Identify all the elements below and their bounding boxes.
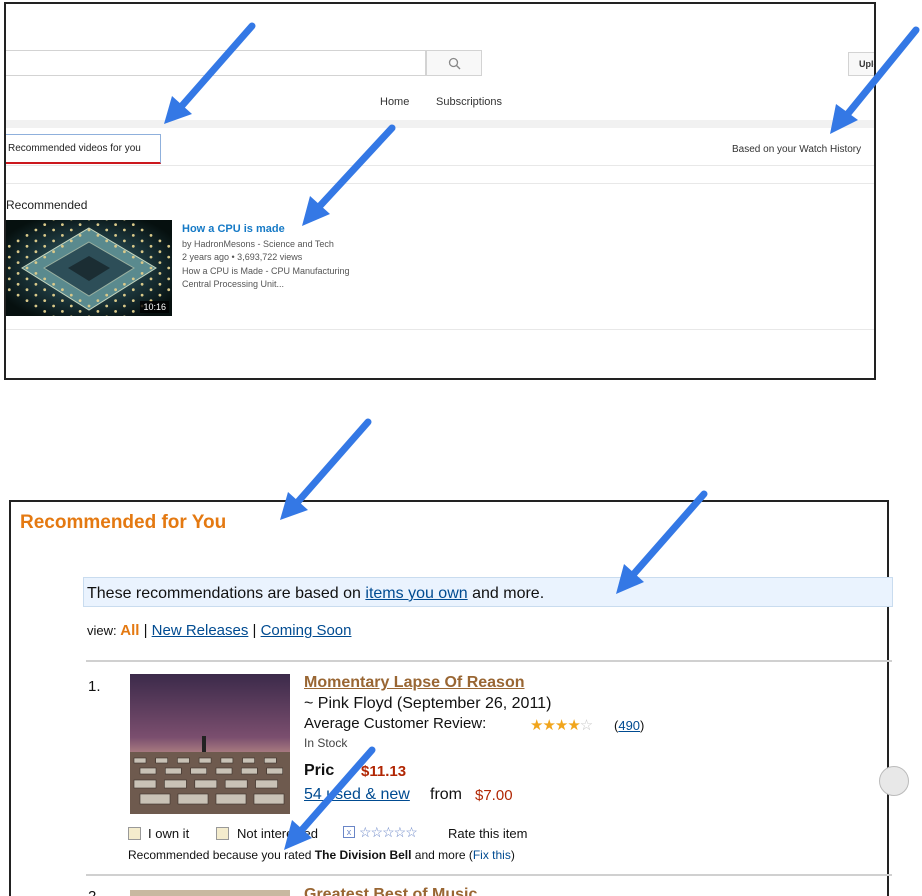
search-input[interactable] bbox=[6, 50, 426, 76]
review-count: (490) bbox=[614, 718, 645, 733]
amazon-recommendations-panel: Recommended for You These recommendation… bbox=[0, 500, 922, 896]
star-icon: ★★★★ bbox=[530, 717, 581, 734]
item-number: 1. bbox=[88, 678, 101, 695]
video-title-link[interactable]: How a CPU is made bbox=[182, 223, 285, 235]
video-meta: 2 years ago • 3,693,722 views bbox=[182, 252, 303, 262]
own-it-checkbox[interactable] bbox=[128, 827, 141, 840]
section-heading: Recommended bbox=[6, 198, 88, 212]
price-label: Pric bbox=[304, 762, 335, 779]
video-duration: 10:16 bbox=[140, 301, 169, 313]
video-thumbnail[interactable]: 10:16 bbox=[6, 220, 172, 316]
clear-rating-icon[interactable]: x bbox=[343, 826, 355, 838]
not-interested-label: Not interested bbox=[237, 826, 318, 841]
divider bbox=[6, 329, 874, 330]
own-it-label: I own it bbox=[148, 826, 190, 841]
stock-status: In Stock bbox=[304, 736, 348, 750]
rating-stars[interactable]: ★★★★☆ bbox=[530, 716, 593, 734]
info-prefix: These recommendations are based on bbox=[87, 585, 366, 602]
album-cover[interactable] bbox=[130, 890, 290, 896]
nav-subscriptions[interactable]: Subscriptions bbox=[436, 96, 502, 108]
divider bbox=[86, 660, 892, 662]
from-price: $7.00 bbox=[475, 787, 513, 804]
nav-home[interactable]: Home bbox=[380, 96, 409, 108]
search-button[interactable] bbox=[426, 50, 482, 76]
review-label: Average Customer Review: bbox=[304, 715, 487, 732]
rate-label: Rate this item bbox=[448, 826, 528, 841]
item-number: 2. bbox=[88, 888, 101, 896]
recommendation-reason: Recommended because you rated The Divisi… bbox=[128, 848, 515, 862]
divider bbox=[86, 874, 892, 876]
scroll-next-button[interactable] bbox=[879, 766, 909, 796]
product-artist: ~ Pink Floyd (September 26, 2011) bbox=[304, 695, 552, 712]
used-and-new-link[interactable]: 54 used & new bbox=[304, 786, 410, 804]
based-on-watch-history: Based on your Watch History bbox=[732, 144, 862, 155]
info-suffix: and more. bbox=[467, 585, 545, 602]
view-new-releases[interactable]: New Releases bbox=[152, 622, 249, 639]
tab-recommended-videos[interactable]: Recommended videos for you bbox=[6, 134, 161, 164]
price-value: $11.13 bbox=[361, 763, 407, 780]
divider bbox=[6, 183, 874, 184]
view-label: view: bbox=[87, 623, 121, 638]
top-nav: Home Subscriptions bbox=[6, 90, 874, 116]
because-suffix: and more ( bbox=[411, 848, 473, 862]
video-channel[interactable]: by HadronMesons - Science and Tech bbox=[182, 239, 334, 249]
fix-this-link[interactable]: Fix this bbox=[473, 848, 511, 862]
view-coming-soon[interactable]: Coming Soon bbox=[261, 622, 352, 639]
because-end: ) bbox=[510, 848, 515, 862]
items-you-own-link[interactable]: items you own bbox=[365, 585, 467, 602]
album-cover[interactable] bbox=[130, 674, 290, 814]
info-text: These recommendations are based on items… bbox=[87, 585, 544, 603]
review-count-link[interactable]: 490 bbox=[618, 718, 640, 733]
divider bbox=[6, 165, 874, 166]
not-interested-checkbox[interactable] bbox=[216, 827, 229, 840]
rate-stars[interactable]: ☆☆☆☆☆ bbox=[359, 824, 418, 841]
video-description: Central Processing Unit... bbox=[182, 279, 285, 289]
product-title-link[interactable]: Momentary Lapse Of Reason bbox=[304, 674, 525, 692]
page-title: Recommended for You bbox=[20, 512, 227, 533]
separator: | bbox=[139, 622, 152, 639]
divider bbox=[6, 120, 874, 128]
because-prefix: Recommended because you rated bbox=[128, 848, 315, 862]
view-filter: view: All | New Releases | Coming Soon bbox=[87, 622, 351, 639]
from-label: from bbox=[430, 786, 462, 803]
view-all[interactable]: All bbox=[120, 622, 139, 639]
upload-button[interactable]: Uplo bbox=[848, 52, 874, 76]
search-icon bbox=[448, 57, 461, 70]
star-icon: ☆ bbox=[579, 717, 593, 734]
video-description: How a CPU is Made - CPU Manufacturing bbox=[182, 266, 350, 276]
separator: | bbox=[248, 622, 261, 639]
youtube-recommendations-panel: Uplo Home Subscriptions Recommended vide… bbox=[4, 2, 876, 380]
product-title-link[interactable]: Greatest Best of Music bbox=[304, 886, 477, 896]
album-art-image bbox=[130, 674, 290, 814]
because-title: The Division Bell bbox=[314, 848, 412, 862]
